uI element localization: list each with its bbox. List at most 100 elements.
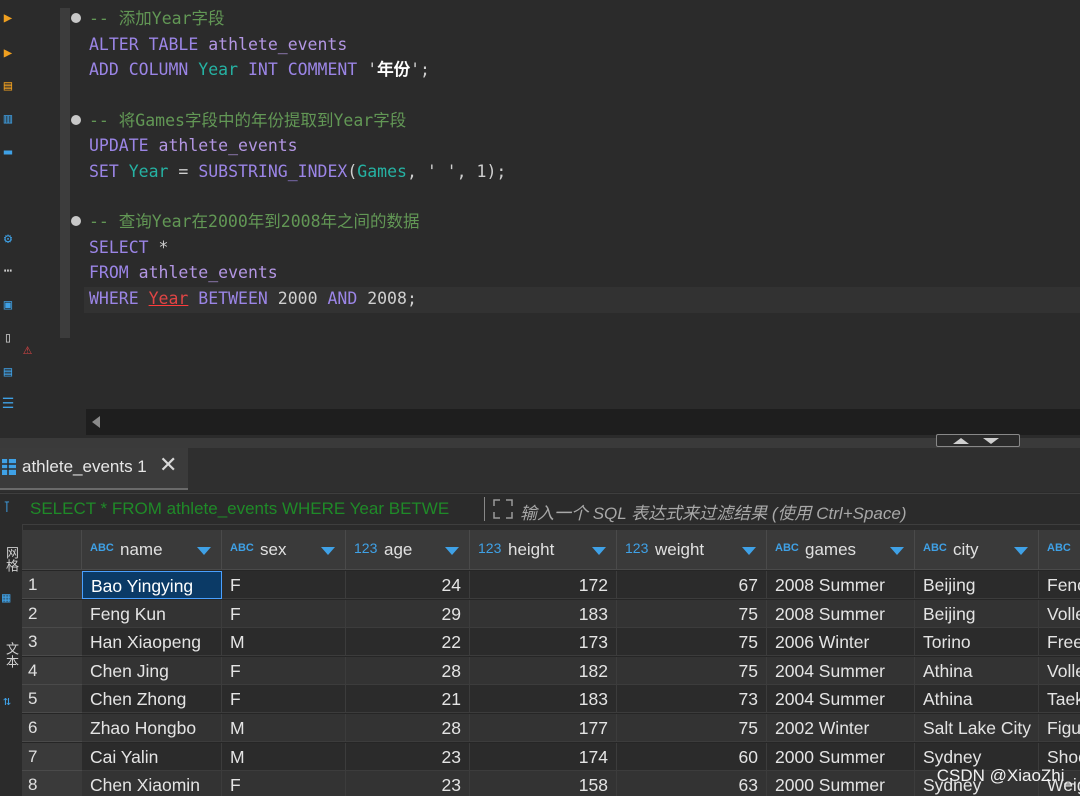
table-cell[interactable]: 22 — [346, 628, 470, 657]
table-cell[interactable]: 183 — [470, 599, 617, 628]
table-cell[interactable]: Chen Zhong — [82, 685, 222, 714]
output-icon[interactable]: ▤ — [0, 364, 16, 380]
table-cell[interactable]: M — [222, 742, 346, 771]
table-cell[interactable]: Free — [1039, 628, 1080, 657]
table-cell[interactable]: 2008 Summer — [767, 571, 915, 599]
column-header-height[interactable]: 123 height — [470, 530, 617, 570]
table-cell[interactable]: 23 — [346, 771, 470, 796]
table-cell[interactable]: 158 — [470, 771, 617, 796]
sort-dropdown-icon[interactable] — [321, 547, 335, 555]
table-cell[interactable]: 177 — [470, 714, 617, 742]
row-number[interactable]: 1 — [22, 571, 82, 599]
expand-icon[interactable] — [492, 498, 514, 520]
collapse-down-icon[interactable] — [983, 438, 999, 444]
sql-editor[interactable]: ⚠ -- 添加Year字段 ALTER TABLE athlete_events A… — [22, 0, 1080, 438]
table-cell[interactable]: 2008 Summer — [767, 599, 915, 628]
table-cell[interactable]: Torino — [915, 628, 1039, 657]
panel-icon[interactable]: ⇅ — [3, 694, 11, 709]
table-cell[interactable]: Athina — [915, 656, 1039, 685]
table-cell[interactable]: 28 — [346, 656, 470, 685]
table-cell[interactable]: 2000 Summer — [767, 742, 915, 771]
row-number[interactable]: 5 — [22, 685, 82, 714]
column-header-age[interactable]: 123 age — [346, 530, 470, 570]
table-cell[interactable]: Feng Kun — [82, 599, 222, 628]
table-cell[interactable]: 75 — [617, 599, 767, 628]
row-number[interactable]: 8 — [22, 771, 82, 796]
table-cell[interactable]: 29 — [346, 599, 470, 628]
row-number[interactable]: 6 — [22, 714, 82, 742]
results-grid[interactable]: ABC name ABC sex 123 age 123 height 123 weight ABC… — [22, 530, 1080, 796]
fold-marker[interactable] — [71, 216, 81, 226]
table-cell[interactable]: Figu — [1039, 714, 1080, 742]
fold-marker[interactable] — [71, 13, 81, 23]
filter-input[interactable]: 输入一个 SQL 表达式来过滤结果 (使用 Ctrl+Space) — [520, 499, 907, 524]
column-header-name[interactable]: ABC name — [82, 530, 222, 570]
table-cell[interactable]: Beijing — [915, 599, 1039, 628]
table-cell[interactable]: Fenc — [1039, 571, 1080, 599]
panel-splitter[interactable] — [0, 438, 1080, 448]
table-cell[interactable]: Han Xiaopeng — [82, 628, 222, 657]
table-cell[interactable]: 75 — [617, 656, 767, 685]
file-warning-icon[interactable]: ▯ — [0, 330, 16, 346]
collapse-up-icon[interactable] — [953, 438, 969, 444]
table-cell[interactable]: 2004 Summer — [767, 685, 915, 714]
table-cell[interactable]: 174 — [470, 742, 617, 771]
table-cell[interactable]: M — [222, 714, 346, 742]
close-icon[interactable]: ✕ — [159, 454, 177, 478]
table-cell[interactable]: Volle — [1039, 656, 1080, 685]
sort-dropdown-icon[interactable] — [445, 547, 459, 555]
table-cell[interactable]: 21 — [346, 685, 470, 714]
table-cell[interactable]: M — [222, 628, 346, 657]
tab-athlete-events-1[interactable]: athlete_events 1 ✕ — [0, 448, 188, 490]
column-header-more[interactable]: ABC — [1039, 530, 1080, 570]
table-cell[interactable]: 75 — [617, 628, 767, 657]
outline-icon[interactable]: ☰ — [0, 396, 16, 412]
table-cell[interactable]: 183 — [470, 685, 617, 714]
table-cell[interactable]: 2002 Winter — [767, 714, 915, 742]
table-cell[interactable]: Beijing — [915, 571, 1039, 599]
table-cell[interactable]: Cai Yalin — [82, 742, 222, 771]
splitter-toggle[interactable] — [936, 434, 1020, 447]
sort-dropdown-icon[interactable] — [592, 547, 606, 555]
editor-horizontal-scrollbar[interactable] — [86, 409, 1080, 435]
table-cell[interactable]: F — [222, 771, 346, 796]
table-cell[interactable]: 28 — [346, 714, 470, 742]
column-header-games[interactable]: ABC games — [767, 530, 915, 570]
sort-dropdown-icon[interactable] — [742, 547, 756, 555]
table-cell[interactable]: 67 — [617, 571, 767, 599]
table-cell[interactable]: 73 — [617, 685, 767, 714]
grid-view-icon[interactable]: ▦ — [2, 590, 18, 610]
table-cell[interactable]: F — [222, 656, 346, 685]
more-icon[interactable]: ⋯ — [0, 263, 16, 279]
table-cell[interactable]: Taek — [1039, 685, 1080, 714]
table-cell[interactable]: Zhao Hongbo — [82, 714, 222, 742]
table-cell[interactable]: 172 — [470, 571, 617, 599]
row-number[interactable]: 2 — [22, 599, 82, 628]
table-cell[interactable]: Chen Xiaomin — [82, 771, 222, 796]
column-header-sex[interactable]: ABC sex — [222, 530, 346, 570]
table-cell[interactable]: Chen Jing — [82, 656, 222, 685]
settings-gear-icon[interactable]: ⚙ — [0, 231, 16, 247]
table-cell[interactable]: 75 — [617, 714, 767, 742]
load-script-icon[interactable]: ▬ — [0, 144, 16, 160]
row-number[interactable]: 3 — [22, 628, 82, 657]
table-cell[interactable]: 2006 Winter — [767, 628, 915, 657]
table-cell[interactable]: Bao Yingying — [82, 571, 222, 599]
table-cell[interactable]: 182 — [470, 656, 617, 685]
table-cell[interactable]: 2000 Summer — [767, 771, 915, 796]
table-cell[interactable]: 60 — [617, 742, 767, 771]
execute-script-icon[interactable]: ▤ — [0, 78, 16, 94]
table-cell[interactable]: F — [222, 685, 346, 714]
table-cell[interactable]: 2004 Summer — [767, 656, 915, 685]
sort-dropdown-icon[interactable] — [890, 547, 904, 555]
table-cell[interactable]: F — [222, 599, 346, 628]
table-cell[interactable]: 24 — [346, 571, 470, 599]
tab-text-view[interactable]: 文本 — [2, 642, 18, 668]
table-cell[interactable]: F — [222, 571, 346, 599]
sort-dropdown-icon[interactable] — [1014, 547, 1028, 555]
execute-in-new-tab-icon[interactable]: ▶ — [0, 45, 16, 61]
sort-dropdown-icon[interactable] — [197, 547, 211, 555]
table-cell[interactable]: Volle — [1039, 599, 1080, 628]
tab-grid-view[interactable]: 网格 — [2, 546, 18, 572]
table-cell[interactable]: 23 — [346, 742, 470, 771]
